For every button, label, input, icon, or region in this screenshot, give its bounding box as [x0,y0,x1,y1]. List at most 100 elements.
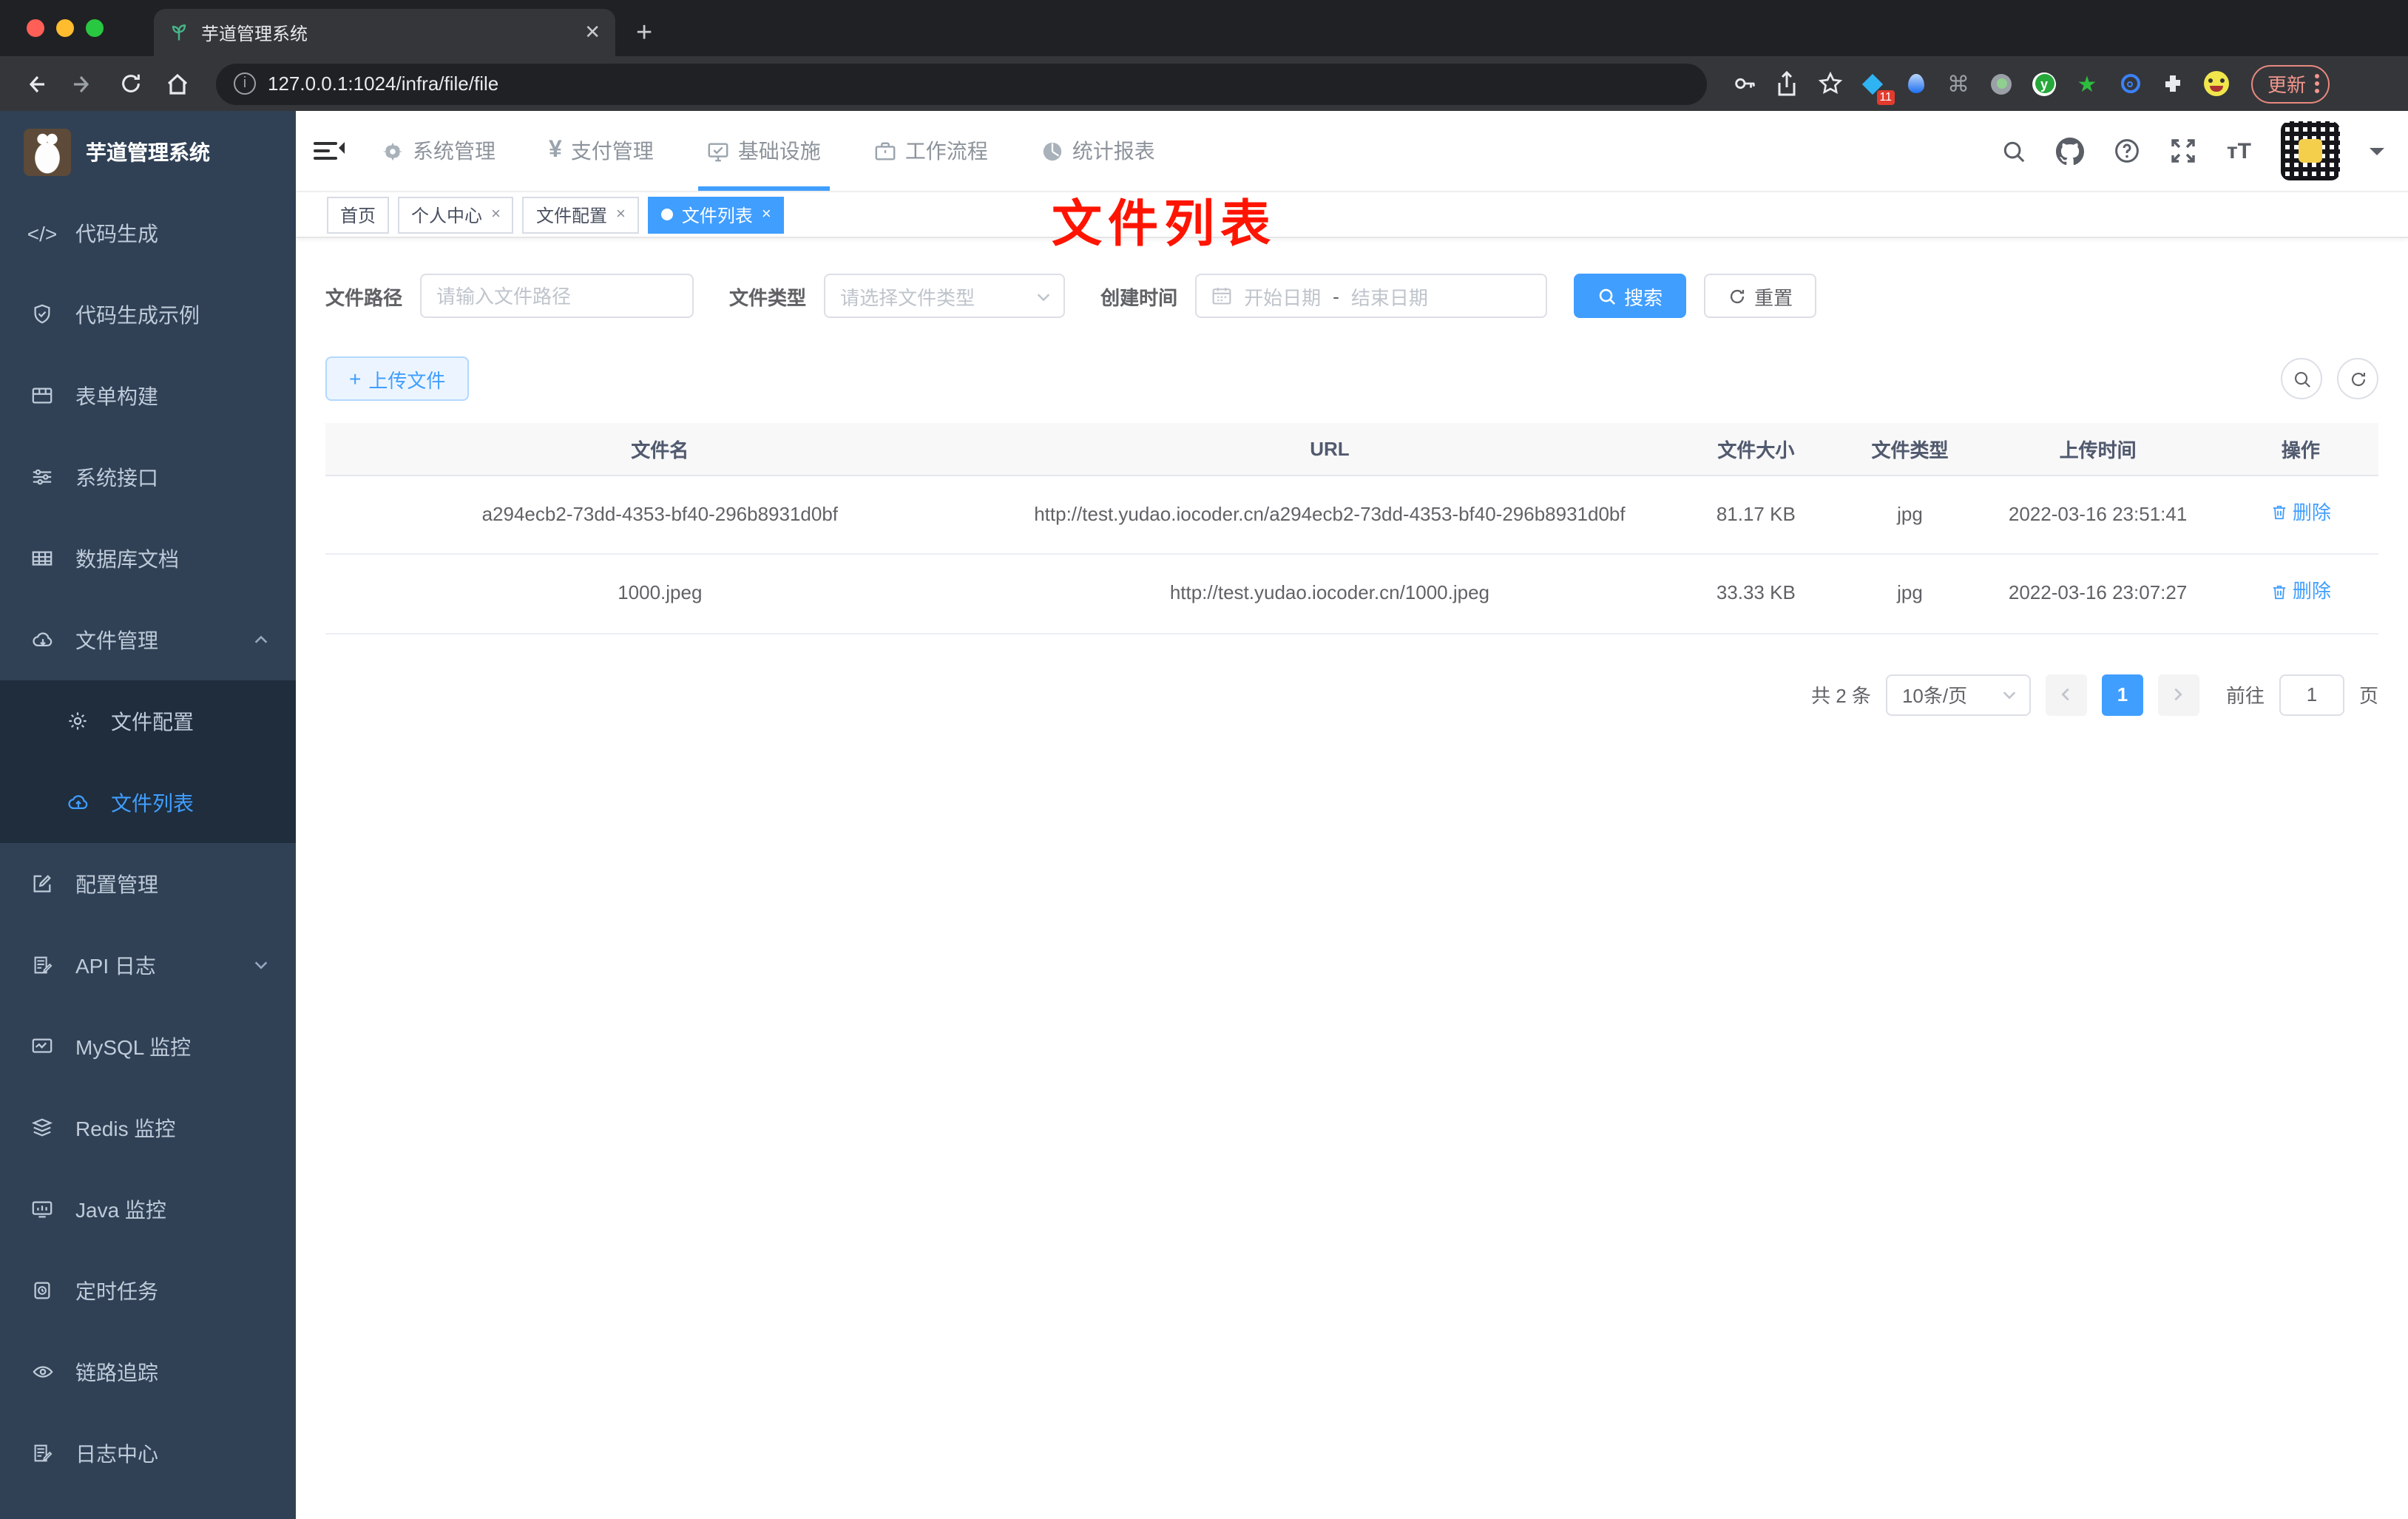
document-edit-icon [30,954,55,976]
next-page-button[interactable] [2157,674,2199,716]
tag-file-list[interactable]: 文件列表 × [647,196,785,233]
sidebar-item-scheduled-tasks[interactable]: 定时任务 [0,1250,296,1331]
sidebar-item-api-log[interactable]: API 日志 [0,924,296,1006]
back-icon[interactable] [15,63,56,104]
extension-star-icon[interactable]: ★ [2071,67,2103,100]
sidebar-item-file-management[interactable]: 文件管理 [0,599,296,680]
file-management-submenu: 文件配置 文件列表 [0,680,296,843]
page-size-select[interactable]: 10条/页 [1885,674,2031,716]
file-type-select[interactable]: 请选择文件类型 [824,274,1066,318]
active-tag-dot [660,209,673,220]
top-menu-payment[interactable]: ¥ 支付管理 [549,111,654,191]
browser-tab[interactable]: 芋道管理系统 ✕ [154,9,615,56]
window-minimize-button[interactable] [56,19,74,37]
extension-command-icon[interactable]: ⌘ [1942,67,1975,100]
fullscreen-icon[interactable] [2171,138,2197,164]
delete-button[interactable]: 删除 [2270,575,2331,608]
sidebar-item-tracing[interactable]: 链路追踪 [0,1331,296,1413]
profile-emoji-icon[interactable] [2199,67,2232,100]
sidebar-item-log-center[interactable]: 日志中心 [0,1413,296,1494]
browser-menu-icon[interactable] [2315,74,2320,93]
update-label: 更新 [2267,74,2307,96]
sidebar-item-file-config[interactable]: 文件配置 [0,680,296,762]
tag-home[interactable]: 首页 [327,196,390,233]
file-path-input[interactable] [420,274,694,318]
sidebar-collapse-button[interactable] [296,111,355,191]
extension-eye-icon[interactable] [2114,67,2146,100]
window-controls[interactable] [27,19,104,37]
task-clock-icon [30,1279,55,1302]
new-tab-button[interactable]: + [636,18,652,56]
password-key-icon[interactable] [1728,67,1760,100]
extension-puzzle-icon[interactable] [2157,67,2189,100]
sidebar-item-system-api[interactable]: 系统接口 [0,436,296,518]
chart-monitor-icon [30,1035,55,1058]
tab-close-icon[interactable]: ✕ [584,21,601,44]
start-date-placeholder[interactable]: 开始日期 [1244,282,1321,310]
toggle-search-button[interactable] [2281,358,2322,399]
browser-toolbar: i 127.0.0.1:1024/infra/file/file 11 ⌘ y … [0,56,2408,111]
sidebar-item-redis-monitor[interactable]: Redis 监控 [0,1087,296,1168]
tag-close-icon[interactable]: × [762,206,771,223]
tag-file-config[interactable]: 文件配置 × [522,196,639,233]
cell-filename: 1000.jpeg [325,554,995,635]
search-icon [2293,371,2310,387]
eye-icon [30,1361,55,1383]
sidebar: 芋道管理系统 </> 代码生成 代码生成示例 表单构建 系统接口 数据库文档 文… [0,111,296,1519]
text-size-icon[interactable]: тT [2227,138,2251,163]
url-bar[interactable]: i 127.0.0.1:1024/infra/file/file [216,63,1707,104]
extension-diamond-icon[interactable]: 11 [1856,67,1895,104]
sidebar-item-form-builder[interactable]: 表单构建 [0,355,296,436]
goto-page-input[interactable] [2279,674,2344,716]
extension-y-icon[interactable]: y [2028,67,2060,100]
sidebar-item-db-doc[interactable]: 数据库文档 [0,518,296,599]
delete-button[interactable]: 删除 [2270,496,2331,529]
url-text[interactable]: 127.0.0.1:1024/infra/file/file [268,72,498,95]
avatar[interactable] [2281,121,2340,180]
sidebar-item-java-monitor[interactable]: Java 监控 [0,1168,296,1250]
app-logo[interactable]: 芋道管理系统 [0,111,296,192]
avatar-caret-icon[interactable] [2370,147,2384,162]
sidebar-item-mysql-monitor[interactable]: MySQL 监控 [0,1006,296,1087]
refresh-icon [1731,288,1745,303]
page-number-button[interactable]: 1 [2101,674,2143,716]
tag-close-icon[interactable]: × [491,206,501,223]
refresh-table-button[interactable] [2337,358,2378,399]
top-menu-system[interactable]: 系统管理 [382,111,496,191]
upload-file-button[interactable]: + 上传文件 [325,356,470,401]
sidebar-item-file-list[interactable]: 文件列表 [0,762,296,843]
tag-profile[interactable]: 个人中心 × [398,196,514,233]
home-icon[interactable] [157,63,198,104]
window-close-button[interactable] [27,19,44,37]
site-info-icon[interactable]: i [234,72,256,95]
extension-badge: 11 [1876,89,1895,104]
help-icon[interactable] [2114,138,2141,164]
forward-icon[interactable] [62,63,104,104]
sliders-icon [30,466,55,488]
reload-icon[interactable] [109,63,151,104]
sidebar-item-config-management[interactable]: 配置管理 [0,843,296,924]
github-icon[interactable] [2056,137,2085,165]
sidebar-item-code-example[interactable]: 代码生成示例 [0,274,296,355]
browser-tab-strip: 芋道管理系统 ✕ + [0,0,2408,56]
top-menu-reports[interactable]: 统计报表 [1041,111,1155,191]
bookmark-star-icon[interactable] [1813,67,1846,100]
cell-uploadtime: 2022-03-16 23:07:27 [1972,554,2223,635]
extension-drop-icon[interactable] [1899,67,1932,100]
date-range-picker[interactable]: 开始日期 - 结束日期 [1195,274,1548,318]
sidebar-item-code-generation[interactable]: </> 代码生成 [0,192,296,274]
screen-bars-icon [30,1198,55,1220]
prev-page-button[interactable] [2045,674,2087,716]
share-icon[interactable] [1771,67,1803,100]
tag-close-icon[interactable]: × [616,206,626,223]
col-filesize: 文件大小 [1665,423,1847,476]
top-menu-infrastructure[interactable]: 基础设施 [697,111,830,191]
top-menu-workflow[interactable]: 工作流程 [874,111,988,191]
search-button[interactable]: 搜索 [1574,274,1687,318]
chrome-update-button[interactable]: 更新 [2251,64,2330,103]
extension-record-icon[interactable] [1985,67,2018,100]
window-zoom-button[interactable] [86,19,104,37]
end-date-placeholder[interactable]: 结束日期 [1351,282,1428,310]
reset-button[interactable]: 重置 [1704,274,1817,318]
search-icon[interactable] [2002,138,2027,163]
